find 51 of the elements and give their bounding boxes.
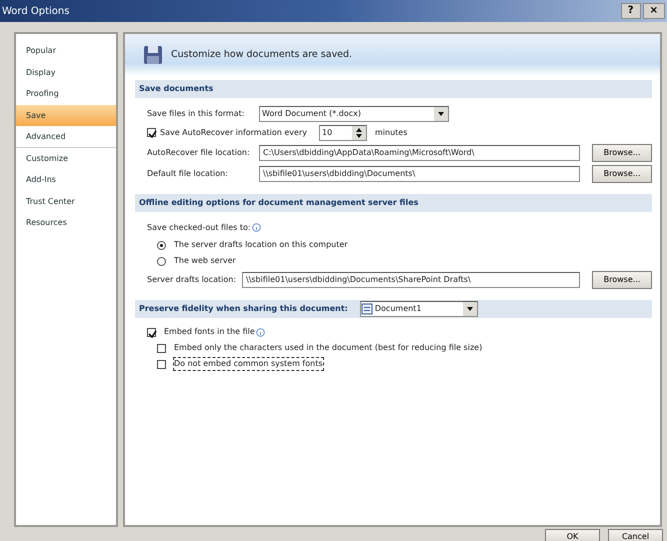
sidebar-item[interactable]: Popular bbox=[16, 40, 116, 62]
sidebar-item[interactable]: Save bbox=[16, 104, 116, 126]
group-label: Save checked-out files to: bbox=[147, 222, 251, 234]
checkbox[interactable] bbox=[147, 328, 156, 336]
header-text: Customize how documents are saved. bbox=[171, 48, 352, 62]
sidebar-item[interactable]: Advanced bbox=[16, 126, 116, 148]
help-button[interactable]: ? bbox=[620, 3, 641, 19]
checkbox-label: Do not embed common system fonts bbox=[174, 358, 323, 370]
radio-button[interactable] bbox=[157, 240, 166, 250]
path-field[interactable]: \\sbifile01\users\dbidding\Documents\SharePoint Drafts\ bbox=[242, 272, 580, 288]
field-label: Save files in this format: bbox=[147, 108, 246, 120]
radio-label: The web server bbox=[174, 255, 236, 267]
sidebar-item[interactable]: Proofing bbox=[16, 83, 116, 104]
section-title: Save documents bbox=[139, 83, 214, 95]
cancel-button[interactable]: Cancel bbox=[608, 529, 663, 541]
format-dropdown[interactable]: Word Document (*.docx) bbox=[259, 106, 449, 122]
checkbox[interactable] bbox=[157, 344, 166, 352]
checkbox[interactable] bbox=[157, 360, 166, 368]
sidebar-item[interactable]: Trust Center bbox=[16, 190, 116, 212]
field-label: Server drafts location: bbox=[147, 274, 238, 286]
document-dropdown[interactable]: Document1 bbox=[360, 301, 478, 317]
radio-button[interactable] bbox=[157, 256, 166, 266]
spin-arrows-icon bbox=[352, 126, 366, 140]
path-field[interactable]: C:\Users\dbidding\AppData\Roaming\Microsoft\Word\ bbox=[259, 144, 580, 160]
radio-label: The server drafts location on this computer bbox=[174, 239, 348, 251]
path-field[interactable]: \\sbifile01\users\dbidding\Documents\ bbox=[259, 166, 580, 182]
checkbox-label: Embed only the characters used in the document (best for reducing file size) bbox=[174, 342, 482, 354]
sidebar-item[interactable]: Resources bbox=[16, 212, 116, 234]
checkbox-label: Save AutoRecover information every bbox=[160, 126, 308, 138]
section-title: Offline editing options for document management server files bbox=[139, 197, 418, 209]
sidebar-item[interactable]: Display bbox=[16, 62, 116, 83]
check-icon bbox=[148, 130, 157, 140]
info-icon bbox=[252, 223, 261, 232]
browse-button[interactable]: Browse... bbox=[592, 164, 652, 182]
checkbox-label: Embed fonts in the file bbox=[164, 326, 255, 338]
document-icon bbox=[360, 303, 373, 315]
sidebar-item[interactable]: Customize bbox=[16, 148, 116, 169]
section-title: Preserve fidelity when sharing this document: bbox=[139, 303, 348, 315]
close-button[interactable]: × bbox=[642, 3, 665, 19]
browse-button[interactable]: Browse... bbox=[592, 144, 652, 162]
minutes-spinner[interactable]: 10 bbox=[319, 124, 367, 140]
unit-label: minutes bbox=[375, 126, 408, 138]
field-label: AutoRecover file location: bbox=[147, 146, 251, 158]
check-icon bbox=[148, 330, 157, 339]
info-icon bbox=[256, 328, 265, 336]
checkbox[interactable] bbox=[147, 128, 156, 137]
window-title: Word Options bbox=[2, 4, 70, 18]
sidebar-item[interactable]: Add-Ins bbox=[16, 169, 116, 190]
ok-button[interactable]: OK bbox=[545, 529, 600, 541]
browse-button[interactable]: Browse... bbox=[592, 270, 652, 288]
field-label: Default file location: bbox=[147, 168, 229, 180]
